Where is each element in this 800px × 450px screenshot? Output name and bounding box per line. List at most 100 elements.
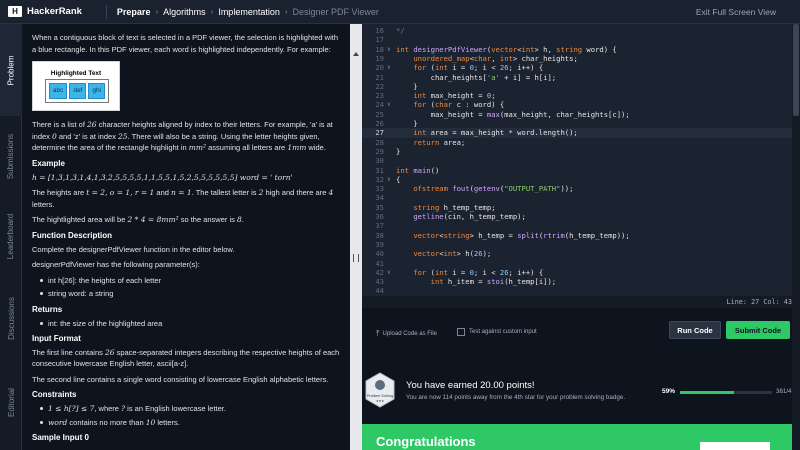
scroll-up-arrow-icon[interactable] <box>353 52 359 56</box>
hackerrank-logo[interactable]: H <box>8 6 22 17</box>
code-line[interactable]: 33 ofstream fout(getenv("OUTPUT_PATH")); <box>362 184 792 193</box>
fold-chevron-icon[interactable]: ∨ <box>387 45 391 54</box>
line-number: 17 <box>375 35 384 45</box>
code-line[interactable]: 42 ∨ for (int i = 0; i < 26; i++) { <box>362 268 792 277</box>
code-line[interactable]: 43 int h_item = stoi(h_temp[i]); <box>362 277 792 286</box>
breadcrumb-prepare[interactable]: Prepare <box>117 7 151 17</box>
line-number: 26 <box>375 119 384 128</box>
code-line[interactable]: 36 getline(cin, h_temp_temp); <box>362 212 792 221</box>
submit-code-button[interactable]: Submit Code <box>726 321 790 339</box>
code-line[interactable]: 28 return area; <box>362 138 792 147</box>
sample-input-heading: Sample Input 0 <box>32 433 89 443</box>
fold-chevron-icon[interactable]: ∨ <box>387 63 391 72</box>
code-line[interactable]: 21 char_heights['a' + i] = h[i]; <box>362 73 792 82</box>
code-line[interactable]: 23 int max_height = 0; <box>362 91 792 100</box>
line-number: 16 <box>375 26 384 35</box>
code-line[interactable]: 20 ∨ for (int i = 0; i < 26; i++) { <box>362 63 792 72</box>
fold-chevron-icon[interactable]: ∨ <box>387 100 391 109</box>
custom-input-toggle[interactable]: Test against custom input <box>457 328 537 336</box>
points-panel: Problem Solving ★★★ You have earned 20.0… <box>362 352 800 424</box>
figure-word: ghi <box>88 83 106 99</box>
code-line[interactable]: 29} <box>362 147 792 156</box>
editor-actions: ⤒ Upload Code as File Test against custo… <box>362 308 800 352</box>
run-code-button[interactable]: Run Code <box>669 321 721 339</box>
editor-scrollbar[interactable] <box>792 24 800 296</box>
code-line[interactable]: 17 <box>362 35 792 44</box>
custom-input-checkbox[interactable] <box>457 328 465 336</box>
code-text: string h_temp_temp; <box>413 202 496 212</box>
code-line[interactable]: 38 vector<string> h_temp = split(rtrim(h… <box>362 231 792 240</box>
tab-editorial[interactable]: Editorial <box>0 360 22 444</box>
tab-leaderboard[interactable]: Leaderboard <box>0 196 22 276</box>
code-line[interactable]: 22 } <box>362 82 792 91</box>
line-number: 23 <box>375 91 384 101</box>
panel-splitter[interactable] <box>350 24 362 450</box>
upload-code-label: Upload Code as File <box>382 331 437 337</box>
tab-discussions[interactable]: Discussions <box>0 276 22 360</box>
code-line[interactable]: 41 <box>362 259 792 268</box>
code-line[interactable]: 37 <box>362 221 792 230</box>
line-number: 24 <box>375 100 384 110</box>
code-line[interactable]: 19 unordered_map<char, int> char_heights… <box>362 54 792 63</box>
tab-problem[interactable]: Problem <box>0 24 22 116</box>
line-number: 43 <box>375 277 384 287</box>
upload-code-link[interactable]: ⤒ Upload Code as File <box>376 329 437 339</box>
upload-icon: ⤒ <box>376 329 380 338</box>
line-number: 36 <box>375 212 384 221</box>
svg-text:★★★: ★★★ <box>376 399 384 403</box>
page-scrollbar[interactable] <box>792 308 800 450</box>
code-text: vector<int> h(26); <box>413 249 492 259</box>
line-number: 18 <box>375 44 384 54</box>
tab-submissions[interactable]: Submissions <box>0 116 22 196</box>
code-line[interactable]: 27 int area = max_height * word.length()… <box>362 128 792 138</box>
exit-fullscreen-link[interactable]: Exit Full Screen View <box>696 7 776 17</box>
code-line[interactable]: 40 vector<int> h(26); <box>362 249 792 258</box>
parameters-intro: designerPdfViewer has the following para… <box>32 260 200 270</box>
fold-chevron-icon[interactable]: ∨ <box>387 268 391 277</box>
brand-name[interactable]: HackerRank <box>27 6 82 17</box>
line-number: 44 <box>375 286 384 296</box>
vertical-tabs: Problem Submissions Leaderboard Discussi… <box>0 24 22 450</box>
function-description-text: Complete the designerPdfViewer function … <box>32 244 235 254</box>
code-line[interactable]: 34 <box>362 193 792 202</box>
code-line[interactable]: 16 */ <box>362 26 792 35</box>
code-editor[interactable]: 16 */ 17 18 ∨ int designerPdfViewer(vector<in… <box>362 24 800 296</box>
input-format-line2: The second line contains a single word c… <box>32 374 329 384</box>
drag-handle-icon[interactable] <box>353 254 359 262</box>
code-line[interactable]: 26 } <box>362 119 792 128</box>
breadcrumb-algorithms[interactable]: Algorithms <box>163 7 206 17</box>
code-line[interactable]: 31 int main() <box>362 166 792 175</box>
line-number: 41 <box>375 258 384 268</box>
custom-input-label: Test against custom input <box>469 329 537 335</box>
code-line[interactable]: 24 ∨ for (char c : word) { <box>362 100 792 109</box>
returns-list: int: the size of the highlighted area <box>40 318 340 330</box>
code-text: int max_height = 0; <box>413 91 496 101</box>
code-line[interactable]: 25 max_height = max(max_height, char_hei… <box>362 110 792 119</box>
code-text: getline(cin, h_temp_temp); <box>413 212 526 221</box>
congratulations-action-button[interactable] <box>700 442 770 450</box>
code-line[interactable]: 35 string h_temp_temp; <box>362 203 792 212</box>
line-number: 39 <box>375 239 384 249</box>
code-line[interactable]: 39 <box>362 240 792 249</box>
line-number: 27 <box>375 128 384 138</box>
code-line[interactable]: 44 <box>362 286 792 295</box>
code-text: } <box>396 119 418 128</box>
line-number: 32 <box>375 174 384 184</box>
code-text: char_heights['a' + i] = h[i]; <box>396 72 557 82</box>
line-number: 25 <box>375 109 384 119</box>
editor-scrollbar-thumb[interactable] <box>793 24 799 116</box>
chevron-right-icon: › <box>155 7 159 16</box>
breadcrumb-implementation[interactable]: Implementation <box>218 7 280 17</box>
code-line[interactable]: 30 <box>362 156 792 165</box>
parameter-item: string word: a string <box>40 288 340 300</box>
code-text: } <box>396 81 418 91</box>
code-text: */ <box>396 26 405 35</box>
fold-chevron-icon[interactable]: ∨ <box>387 175 391 184</box>
code-line[interactable]: 32 ∨ { <box>362 175 792 184</box>
problem-statement: When a contiguous block of text is selec… <box>22 24 350 450</box>
code-text: vector<string> h_temp = split(rtrim(h_te… <box>413 230 630 240</box>
code-line[interactable]: 18 ∨ int designerPdfViewer(vector<int> h, … <box>362 45 792 54</box>
code-text: int main() <box>396 165 440 175</box>
problem-intro: When a contiguous block of text is selec… <box>32 33 338 54</box>
points-earned-title: You have earned 20.00 points! <box>406 380 535 391</box>
